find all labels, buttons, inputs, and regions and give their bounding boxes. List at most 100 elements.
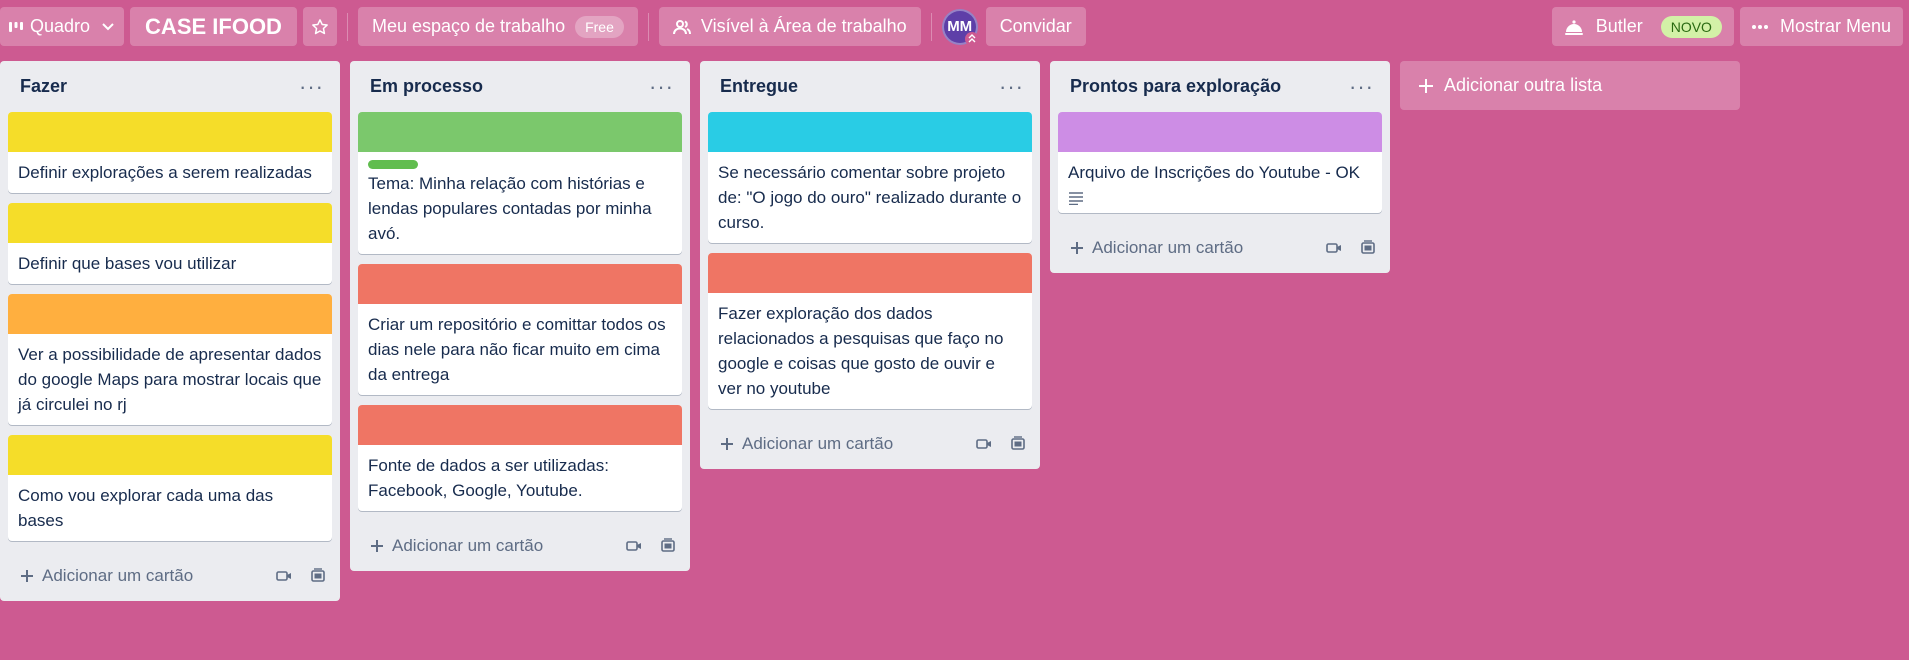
add-card-button[interactable]: Adicionar um cartão bbox=[1070, 238, 1243, 258]
add-card-label: Adicionar um cartão bbox=[1092, 238, 1244, 257]
star-icon bbox=[311, 18, 329, 36]
list-fazer: Fazer ··· Definir explorações a serem re… bbox=[0, 61, 340, 601]
card[interactable]: Ver a possibilidade de apresentar dados … bbox=[8, 294, 332, 425]
card[interactable]: Arquivo de Inscrições do Youtube - OK bbox=[1058, 112, 1382, 213]
add-list-label: Adicionar outra lista bbox=[1444, 75, 1603, 95]
card-title: Definir que bases vou utilizar bbox=[18, 254, 237, 273]
add-card-button[interactable]: Adicionar um cartão bbox=[20, 566, 193, 586]
workspace-label: Meu espaço de trabalho bbox=[371, 16, 566, 36]
card-cover bbox=[1058, 112, 1382, 152]
visibility-label: Visível à Área de trabalho bbox=[700, 16, 907, 36]
card-template-icon[interactable] bbox=[1360, 240, 1376, 256]
card-cover bbox=[708, 112, 1032, 152]
list-footer-actions bbox=[1326, 240, 1376, 256]
plus-icon bbox=[20, 569, 34, 583]
list-menu-icon[interactable]: ··· bbox=[645, 75, 678, 98]
card[interactable]: Como vou explorar cada uma das bases bbox=[8, 435, 332, 541]
list-em-processo: Em processo ··· Tema: Minha relação com … bbox=[350, 61, 690, 571]
video-icon[interactable] bbox=[276, 570, 292, 582]
list-title[interactable]: Fazer bbox=[20, 76, 67, 97]
card-title: Fonte de dados a ser utilizadas: Faceboo… bbox=[368, 456, 609, 500]
list-title[interactable]: Prontos para exploração bbox=[1070, 76, 1281, 97]
card-title: Se necessário comentar sobre projeto de:… bbox=[718, 163, 1022, 232]
board-icon bbox=[8, 20, 24, 34]
header-divider bbox=[647, 12, 649, 41]
card-cover bbox=[8, 203, 332, 243]
butler-label: Butler bbox=[1595, 16, 1643, 36]
list-entregue: Entregue ··· Se necessário comentar sobr… bbox=[700, 61, 1040, 469]
butler-button[interactable]: Butler NOVO bbox=[1551, 7, 1734, 46]
plus-icon bbox=[1070, 241, 1084, 255]
board-title[interactable]: CASE IFOOD bbox=[130, 7, 297, 46]
card-cover bbox=[8, 294, 332, 334]
workspace-plan-badge: Free bbox=[575, 15, 624, 38]
description-icon bbox=[1068, 187, 1372, 206]
invite-button[interactable]: Convidar bbox=[985, 7, 1086, 46]
card[interactable]: Definir explorações a serem realizadas bbox=[8, 112, 332, 193]
board-header: Quadro CASE IFOOD Meu espaço de trabalho… bbox=[0, 0, 1909, 53]
card[interactable]: Se necessário comentar sobre projeto de:… bbox=[708, 112, 1032, 243]
plus-icon bbox=[1418, 78, 1434, 94]
card-title: Tema: Minha relação com histórias e lend… bbox=[368, 174, 652, 243]
list-footer: Adicionar um cartão bbox=[8, 551, 332, 601]
butler-new-badge: NOVO bbox=[1660, 15, 1722, 38]
header-divider bbox=[346, 12, 348, 41]
card-cover bbox=[358, 112, 682, 152]
list-title[interactable]: Em processo bbox=[370, 76, 483, 97]
star-button[interactable] bbox=[302, 7, 337, 46]
list-menu-icon[interactable]: ··· bbox=[295, 75, 328, 98]
add-card-button[interactable]: Adicionar um cartão bbox=[370, 536, 543, 556]
list-header: Prontos para exploração ··· bbox=[1058, 61, 1382, 112]
card[interactable]: Fonte de dados a ser utilizadas: Faceboo… bbox=[358, 405, 682, 511]
video-icon[interactable] bbox=[626, 540, 642, 552]
add-card-label: Adicionar um cartão bbox=[42, 566, 194, 585]
add-card-label: Adicionar um cartão bbox=[742, 434, 894, 453]
admin-chevron-icon bbox=[964, 31, 979, 46]
people-icon bbox=[672, 19, 691, 35]
visibility-button[interactable]: Visível à Área de trabalho bbox=[658, 7, 921, 46]
list-header: Entregue ··· bbox=[708, 61, 1032, 112]
add-list-button[interactable]: Adicionar outra lista bbox=[1400, 61, 1740, 110]
list-title[interactable]: Entregue bbox=[720, 76, 798, 97]
list-footer: Adicionar um cartão bbox=[708, 419, 1032, 469]
card[interactable]: Tema: Minha relação com histórias e lend… bbox=[358, 112, 682, 254]
header-divider bbox=[930, 12, 932, 41]
card-content: Arquivo de Inscrições do Youtube - OK bbox=[1058, 152, 1382, 213]
card-cover bbox=[8, 112, 332, 152]
card[interactable]: Definir que bases vou utilizar bbox=[8, 203, 332, 284]
list-footer-actions bbox=[626, 538, 676, 554]
list-menu-icon[interactable]: ··· bbox=[995, 75, 1028, 98]
card[interactable]: Fazer exploração dos dados relacionados … bbox=[708, 253, 1032, 409]
list-footer-actions bbox=[276, 568, 326, 584]
video-icon[interactable] bbox=[1326, 242, 1342, 254]
card-template-icon[interactable] bbox=[660, 538, 676, 554]
workspace-button[interactable]: Meu espaço de trabalho Free bbox=[357, 7, 638, 46]
add-card-button[interactable]: Adicionar um cartão bbox=[720, 434, 893, 454]
view-switcher-button[interactable]: Quadro bbox=[0, 7, 125, 46]
view-switcher-label: Quadro bbox=[30, 16, 91, 36]
card[interactable]: Criar um repositório e comittar todos os… bbox=[358, 264, 682, 395]
card-title: Ver a possibilidade de apresentar dados … bbox=[18, 345, 322, 414]
card-title: Fazer exploração dos dados relacionados … bbox=[718, 304, 1004, 398]
member-avatar[interactable]: MM bbox=[941, 8, 979, 46]
card-cover bbox=[708, 253, 1032, 293]
show-menu-button[interactable]: Mostrar Menu bbox=[1739, 7, 1903, 46]
plus-icon bbox=[370, 539, 384, 553]
card-cover bbox=[358, 405, 682, 445]
card-label[interactable] bbox=[368, 160, 418, 169]
list-footer-actions bbox=[976, 436, 1026, 452]
list-footer: Adicionar um cartão bbox=[1058, 223, 1382, 273]
add-card-label: Adicionar um cartão bbox=[392, 536, 544, 555]
butler-bell-icon bbox=[1564, 18, 1584, 36]
card-template-icon[interactable] bbox=[310, 568, 326, 584]
list-menu-icon[interactable]: ··· bbox=[1345, 75, 1378, 98]
list-prontos-para-exploracao: Prontos para exploração ··· Arquivo de I… bbox=[1050, 61, 1390, 273]
chevron-down-icon bbox=[102, 22, 114, 31]
show-menu-label: Mostrar Menu bbox=[1779, 16, 1891, 36]
card-template-icon[interactable] bbox=[1010, 436, 1026, 452]
more-icon bbox=[1751, 24, 1768, 29]
card-cover bbox=[8, 435, 332, 475]
card-title: Arquivo de Inscrições do Youtube - OK bbox=[1068, 163, 1361, 182]
video-icon[interactable] bbox=[976, 438, 992, 450]
plus-icon bbox=[720, 437, 734, 451]
